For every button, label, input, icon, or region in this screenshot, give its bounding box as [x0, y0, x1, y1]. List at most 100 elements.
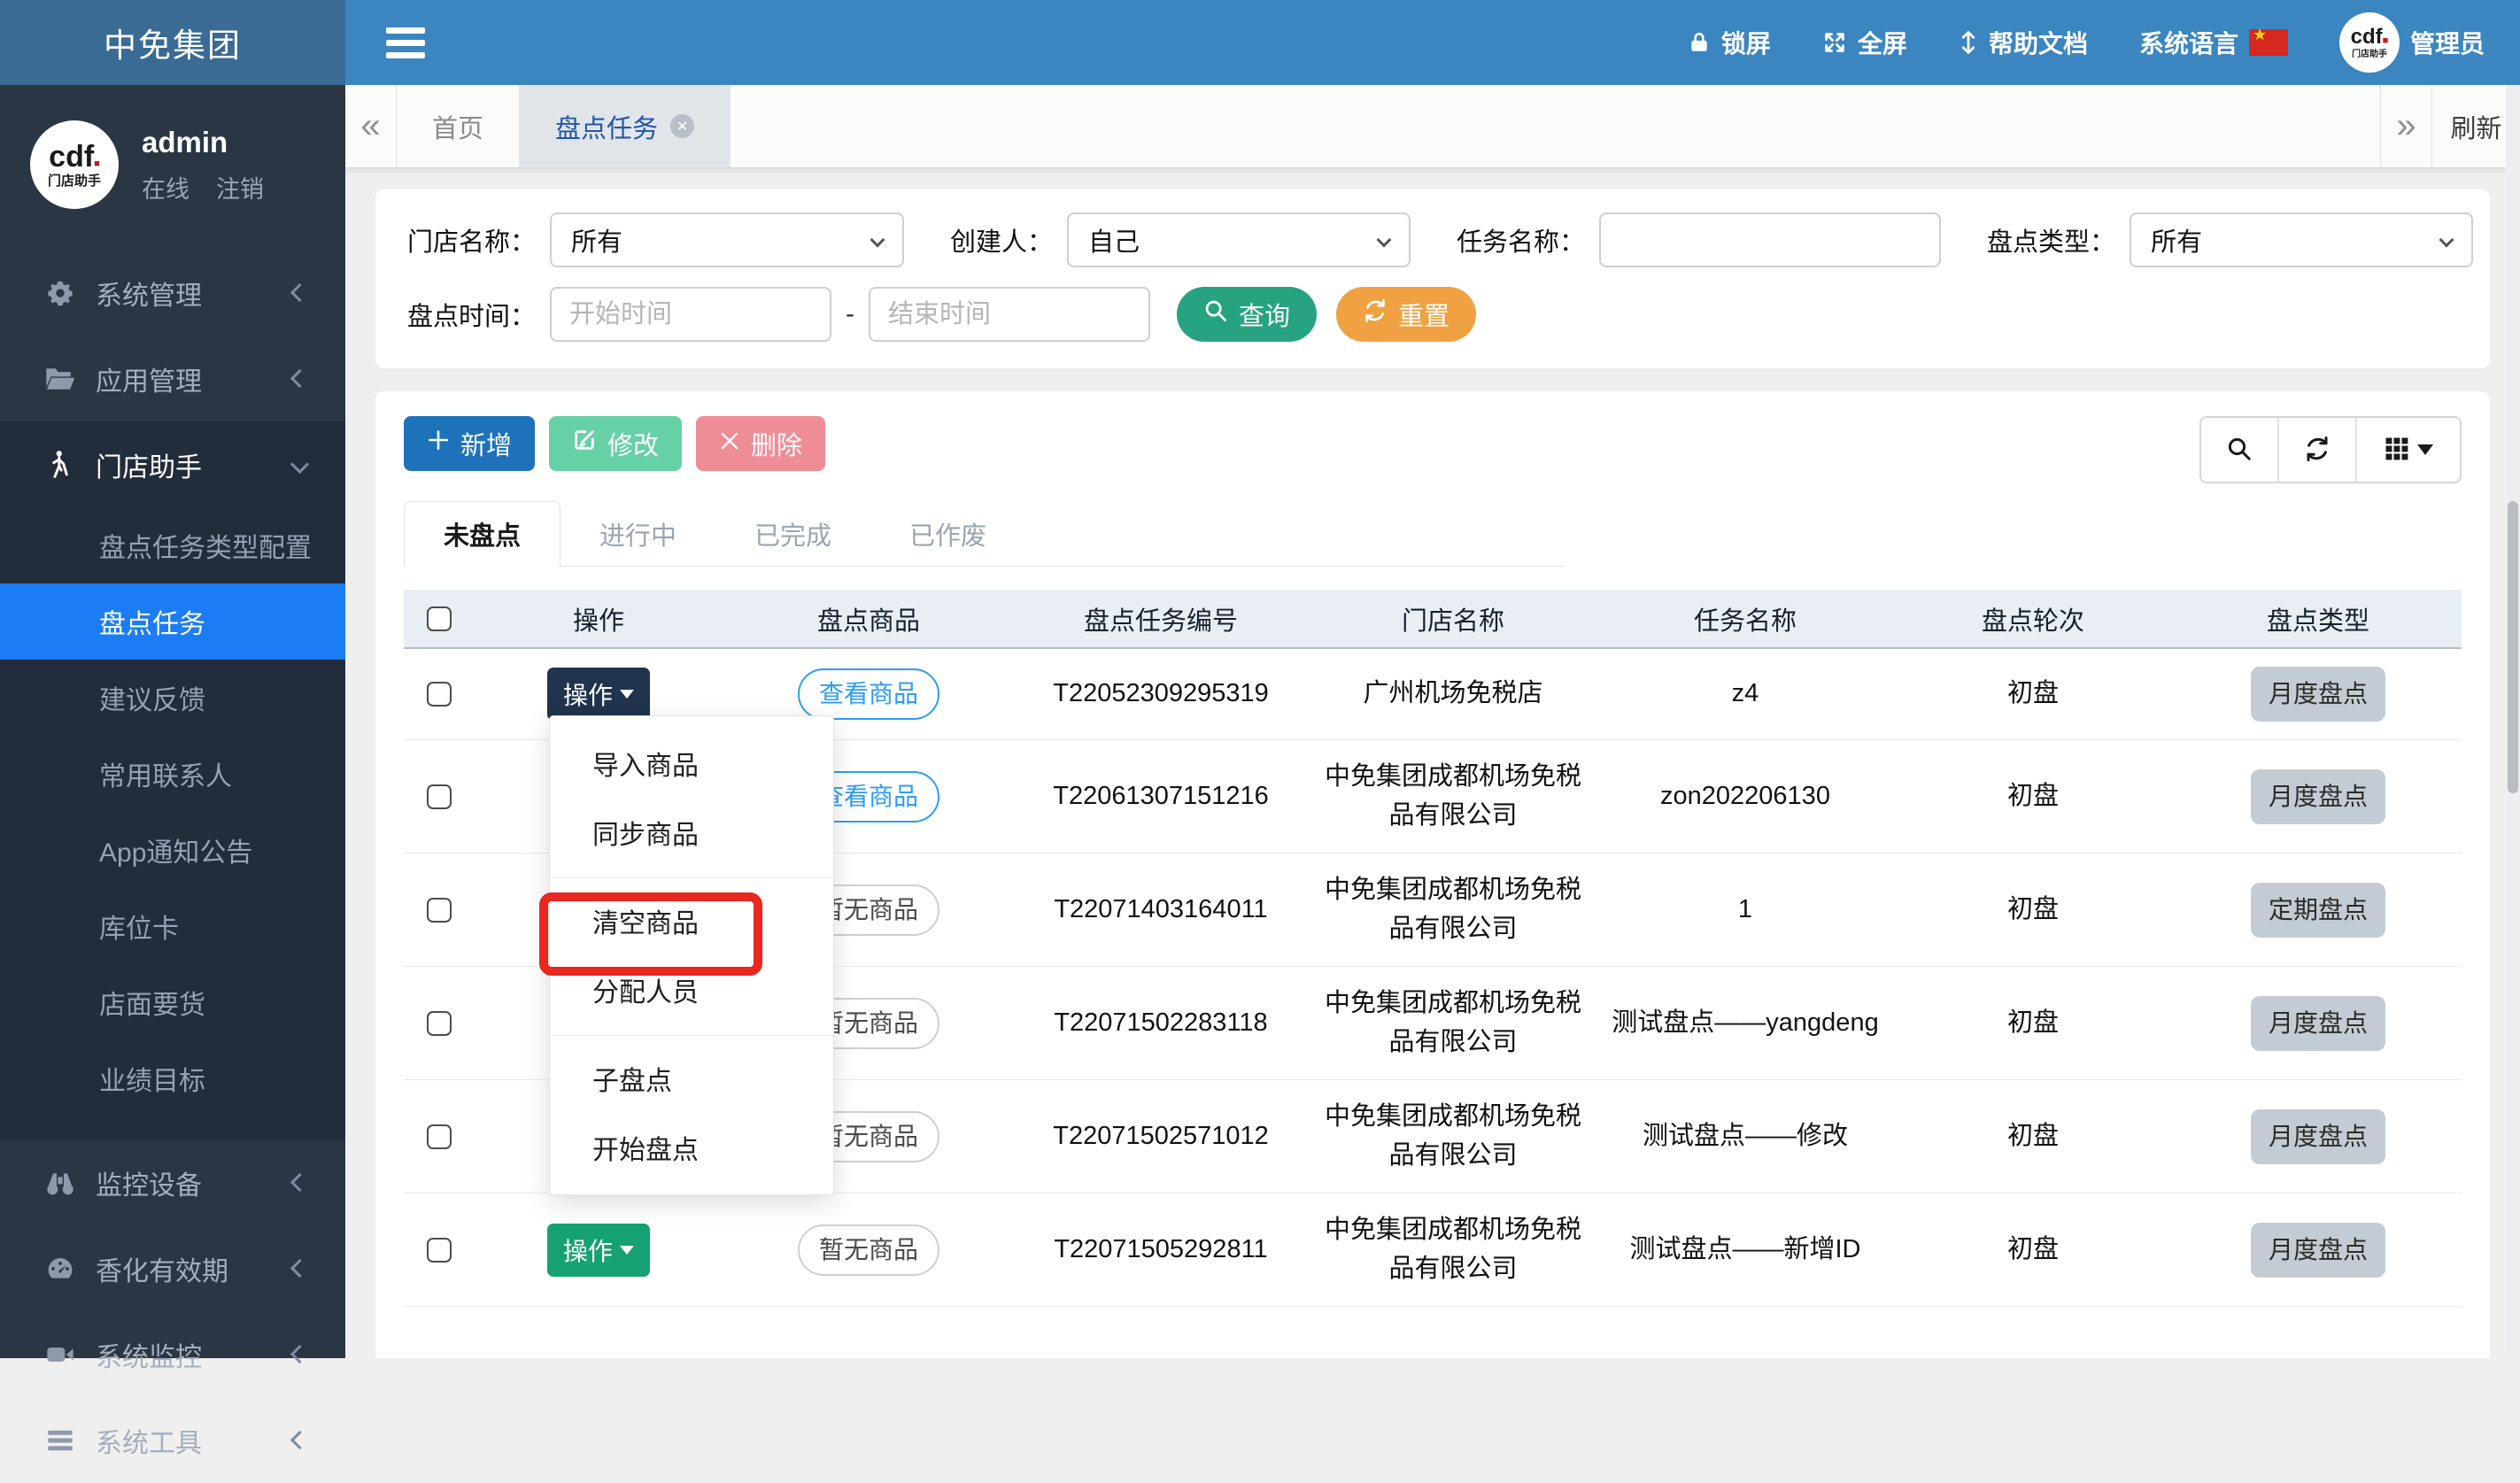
- inventory-type-label: 盘点类型：: [1987, 221, 2115, 259]
- scrollbar[interactable]: [2506, 85, 2520, 1358]
- sidebar-submenu-item[interactable]: 业绩目标: [0, 1040, 345, 1116]
- delete-button[interactable]: 删除: [696, 416, 825, 471]
- add-button[interactable]: 新增: [404, 416, 535, 471]
- inventory-type-select[interactable]: 所有: [2130, 212, 2473, 267]
- menu-toggle-icon[interactable]: [386, 23, 425, 62]
- store-name-cell: 中免集团成都机场免税品有限公司: [1307, 1193, 1599, 1307]
- end-time-input[interactable]: [869, 287, 1150, 342]
- sidebar-item-system-management[interactable]: 系统管理: [0, 250, 345, 336]
- sidebar-submenu-item[interactable]: 建议反馈: [0, 660, 345, 736]
- dropdown-menu-item[interactable]: 导入商品: [550, 729, 833, 798]
- sidebar-user-block: cdf■ 门店助手 admin 在线 注销: [0, 85, 345, 250]
- reset-button[interactable]: 重置: [1336, 287, 1476, 342]
- dropdown-menu-item[interactable]: 分配人员: [550, 955, 833, 1024]
- start-time-input[interactable]: [550, 287, 831, 342]
- dropdown-menu-item[interactable]: 同步商品: [550, 798, 833, 867]
- task-name-cell: 测试盘点——新增ID: [1599, 1193, 1891, 1307]
- fullscreen-button[interactable]: 全屏: [1822, 25, 1907, 60]
- round-cell: 初盘: [1891, 1193, 2175, 1307]
- sidebar-submenu: 盘点任务类型配置 盘点任务 建议反馈 常用联系人 App通知公告 库位卡 店面要…: [0, 507, 345, 1116]
- row-checkbox[interactable]: [427, 1238, 452, 1263]
- inventory-time-label: 盘点时间：: [407, 296, 536, 333]
- task-name-cell: 测试盘点——yangdeng: [1599, 967, 1891, 1080]
- row-checkbox[interactable]: [427, 784, 452, 809]
- china-flag-icon: [2249, 29, 2288, 56]
- admin-user-button[interactable]: cdf■ 门店助手 管理员: [2339, 12, 2485, 73]
- sidebar-item-store-assistant[interactable]: 门店助手: [0, 421, 345, 507]
- dropdown-menu-item[interactable]: 子盘点: [550, 1035, 833, 1113]
- scrollbar-thumb[interactable]: [2508, 501, 2518, 793]
- table-header-row: 操作 盘点商品 盘点任务编号 门店名称 任务名称 盘点轮次 盘点类型: [404, 590, 2462, 648]
- range-separator: -: [846, 299, 854, 329]
- sidebar-submenu-item[interactable]: 盘点任务: [0, 583, 345, 660]
- video-camera-icon: [41, 1343, 80, 1366]
- table-search-button[interactable]: [2201, 418, 2279, 482]
- column-header: 盘点轮次: [1891, 590, 2175, 648]
- chevron-left-icon: [290, 1259, 309, 1278]
- table-refresh-button[interactable]: [2279, 418, 2357, 482]
- status-tab[interactable]: 已作废: [870, 501, 1025, 567]
- select-all-checkbox[interactable]: [427, 606, 452, 631]
- caret-down-icon: [2417, 444, 2433, 455]
- sidebar-item-system-monitoring[interactable]: 系统监控: [0, 1311, 345, 1397]
- sidebar-submenu-item[interactable]: 店面要货: [0, 964, 345, 1040]
- column-header: 操作: [475, 590, 723, 648]
- lock-screen-button[interactable]: 锁屏: [1688, 25, 1771, 60]
- task-name-label: 任务名称：: [1457, 221, 1585, 259]
- person-walking-icon: [41, 450, 80, 480]
- system-language-button[interactable]: 系统语言: [2139, 25, 2288, 60]
- folder-icon: [41, 366, 80, 392]
- round-cell: 初盘: [1891, 740, 2175, 853]
- row-checkbox[interactable]: [427, 1011, 452, 1036]
- search-button[interactable]: 查询: [1177, 287, 1317, 342]
- action-dropdown-menu: 导入商品 同步商品 清空商品 分配人员 子盘点 开始盘点: [549, 715, 834, 1195]
- sidebar: cdf■ 门店助手 admin 在线 注销 系统管理 应用管理 门店助手: [0, 85, 345, 1358]
- gear-icon: [41, 279, 80, 307]
- scroll-tabs-right-icon[interactable]: »: [2380, 85, 2431, 167]
- close-tab-icon[interactable]: ✕: [670, 114, 694, 138]
- task-id-cell: T22071403164011: [1015, 853, 1307, 967]
- product-pill[interactable]: 暂无商品: [798, 1224, 939, 1276]
- topbar: 中免集团 锁屏 全屏 帮助文档: [0, 0, 2520, 85]
- store-name-select[interactable]: 所有: [550, 212, 904, 267]
- row-action-button[interactable]: 操作: [547, 668, 650, 721]
- creator-select[interactable]: 自己: [1067, 212, 1411, 267]
- row-action-button[interactable]: 操作: [547, 1224, 650, 1277]
- help-docs-button[interactable]: 帮助文档: [1959, 25, 2088, 60]
- row-checkbox[interactable]: [427, 1124, 452, 1149]
- avatar: cdf■ 门店助手: [2339, 12, 2400, 73]
- sidebar-item-system-tools[interactable]: 系统工具: [0, 1397, 345, 1483]
- task-id-cell: T22061307151216: [1015, 740, 1307, 853]
- edit-button[interactable]: 修改: [549, 416, 682, 471]
- sidebar-item-monitoring-devices[interactable]: 监控设备: [0, 1139, 345, 1225]
- status-tab[interactable]: 已完成: [715, 501, 870, 567]
- sidebar-submenu-item[interactable]: 库位卡: [0, 888, 345, 964]
- tab-home[interactable]: 首页: [397, 85, 520, 167]
- sidebar-item-app-management[interactable]: 应用管理: [0, 336, 345, 421]
- logout-link[interactable]: 注销: [216, 170, 264, 205]
- row-checkbox[interactable]: [427, 682, 452, 707]
- status-tab[interactable]: 未盘点: [404, 501, 560, 567]
- sidebar-item-perfume-expiry[interactable]: 香化有效期: [0, 1225, 345, 1311]
- avatar[interactable]: cdf■ 门店助手: [30, 120, 119, 209]
- task-name-input[interactable]: [1599, 212, 1941, 267]
- dropdown-menu-item[interactable]: 开始盘点: [550, 1113, 833, 1182]
- round-cell: 初盘: [1891, 648, 2175, 740]
- status-tabs: 未盘点 进行中 已完成 已作废: [404, 501, 1564, 567]
- dropdown-menu-item[interactable]: 清空商品: [550, 877, 833, 955]
- sidebar-submenu-item[interactable]: 盘点任务类型配置: [0, 507, 345, 583]
- x-icon: [719, 429, 740, 459]
- search-icon: [1203, 298, 1228, 330]
- table-columns-button[interactable]: [2357, 418, 2460, 482]
- status-tab[interactable]: 进行中: [560, 501, 715, 567]
- sidebar-submenu-item[interactable]: App通知公告: [0, 812, 345, 888]
- chevron-left-icon: [290, 1431, 309, 1449]
- chevron-down-icon: [1377, 233, 1392, 248]
- scroll-tabs-left-icon[interactable]: «: [345, 85, 397, 167]
- row-checkbox[interactable]: [427, 898, 452, 923]
- store-name-label: 门店名称：: [407, 221, 536, 259]
- product-pill[interactable]: 查看商品: [798, 668, 939, 720]
- chevron-left-icon: [290, 1173, 309, 1192]
- sidebar-submenu-item[interactable]: 常用联系人: [0, 736, 345, 812]
- tab-inventory-task[interactable]: 盘点任务 ✕: [520, 85, 730, 167]
